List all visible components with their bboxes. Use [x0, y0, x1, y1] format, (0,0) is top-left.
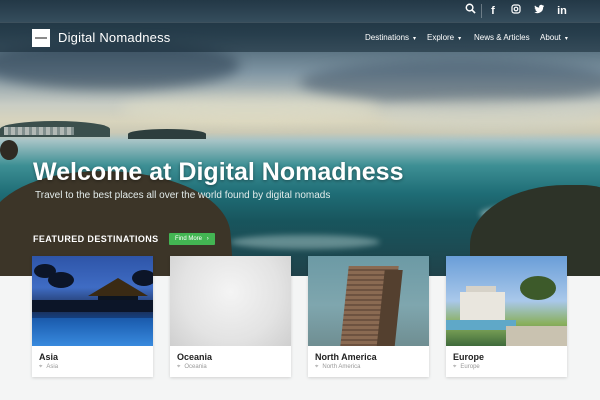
site-logo[interactable] [32, 29, 50, 47]
card-title[interactable]: Oceania [177, 352, 212, 362]
destination-image[interactable] [308, 256, 429, 346]
chevron-right-icon: › [206, 236, 209, 242]
menu-news-articles[interactable]: News & Articles [474, 33, 530, 42]
hero-banner: f in Digital Nomadness Destinations ▾ Exp… [0, 0, 600, 276]
find-more-button[interactable]: Find More › [169, 233, 215, 245]
map-pin-icon: ⌖ [39, 364, 43, 370]
facebook-icon[interactable]: f [483, 3, 503, 19]
destination-card-asia[interactable]: Asia ⌖ Asia [32, 256, 153, 377]
card-title[interactable]: Europe [453, 352, 484, 362]
hero-subtitle: Travel to the best places all over the w… [35, 190, 331, 201]
twitter-icon[interactable] [529, 3, 549, 19]
social-bar: f in [0, 0, 600, 22]
card-location: ⌖ Oceania [177, 364, 207, 370]
chevron-down-icon: ▾ [458, 36, 462, 42]
main-navbar: Digital Nomadness Destinations ▾ Explore ▾… [0, 22, 600, 52]
destination-card-oceania[interactable]: Oceania ⌖ Oceania [170, 256, 291, 377]
instagram-icon[interactable] [506, 3, 526, 19]
card-title[interactable]: Asia [39, 352, 58, 362]
site-brand[interactable]: Digital Nomadness [58, 30, 171, 45]
chevron-down-icon: ▾ [413, 36, 417, 42]
featured-heading: FEATURED DESTINATIONS [33, 234, 159, 244]
card-location: ⌖ Europe [453, 364, 480, 370]
hero-title: Welcome at Digital Nomadness [33, 158, 404, 186]
card-location: ⌖ North America [315, 364, 361, 370]
menu-destinations[interactable]: Destinations ▾ [365, 33, 416, 42]
map-pin-icon: ⌖ [177, 364, 181, 370]
menu-about[interactable]: About ▾ [540, 33, 568, 42]
search-icon[interactable] [460, 3, 480, 19]
chevron-down-icon: ▾ [564, 36, 568, 42]
destination-image[interactable] [32, 256, 153, 346]
card-location: ⌖ Asia [39, 364, 59, 370]
destination-image[interactable] [446, 256, 567, 346]
menu-explore[interactable]: Explore ▾ [427, 33, 461, 42]
destination-card-europe[interactable]: Europe ⌖ Europe [446, 256, 567, 377]
map-pin-icon: ⌖ [315, 364, 319, 370]
map-pin-icon: ⌖ [453, 364, 457, 370]
island [128, 129, 206, 139]
destination-card-north-america[interactable]: North America ⌖ North America [308, 256, 429, 377]
linkedin-icon[interactable]: in [552, 3, 572, 19]
card-title[interactable]: North America [315, 352, 377, 362]
destination-image[interactable] [170, 256, 291, 346]
